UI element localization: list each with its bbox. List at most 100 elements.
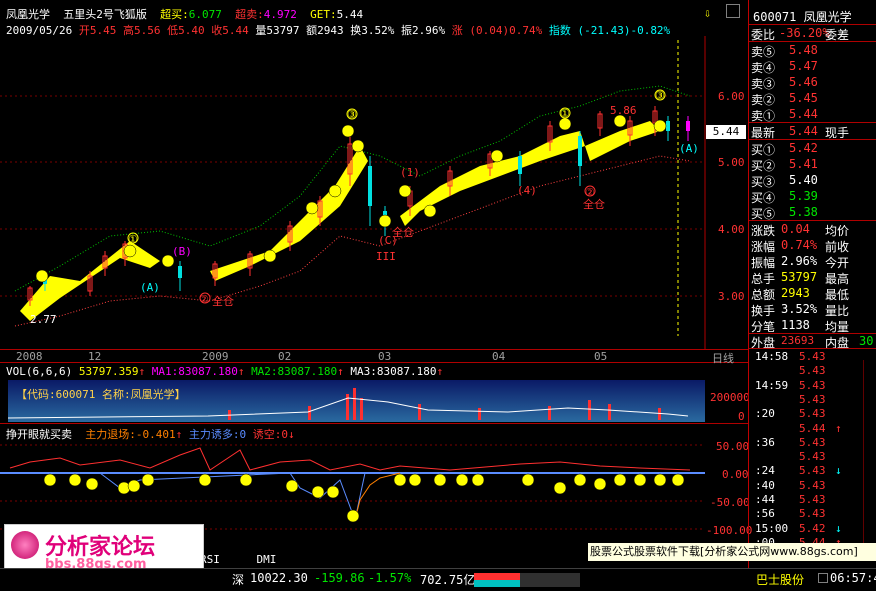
tick-arrow: ↑ <box>835 421 842 435</box>
tick-time: :20 <box>755 407 775 421</box>
tick-row: 5.44 ↑ <box>751 422 875 437</box>
outer-inner-row: 外盘 23693 内盘 30 <box>751 334 875 350</box>
vol-ma1: MA1:83087.180 <box>151 365 238 378</box>
price-axis-label: 5.00 <box>718 156 745 169</box>
last-row: 最新 5.44 现手 <box>751 124 875 140</box>
stat-row: 总额 2943 最低 <box>751 286 850 302</box>
indicator-tabs: RSI DMI <box>200 553 276 567</box>
vol-label: VOL(6,6,6) <box>6 365 73 378</box>
vol-value: 53797.359 <box>78 365 139 378</box>
watermark-banner: 股票公式股票软件下载[分析家公式网www.88gs.com] <box>588 543 876 561</box>
tick-row: :36 5.43 <box>751 436 875 451</box>
market-turnover: 702.75亿 <box>420 573 476 587</box>
ind-axis-label: 0.00 <box>722 468 749 481</box>
low-price-label: 2.77 <box>30 313 57 326</box>
super-buy-label: 超买: <box>160 8 189 21</box>
stat-row: 涨幅 0.74% 前收 <box>751 238 850 254</box>
tick-time: 14:58 <box>755 350 789 363</box>
time-label: 04 <box>492 350 506 363</box>
wave-label: ③ <box>347 108 357 121</box>
tick-price: 5.43 <box>799 464 826 478</box>
tick-row: 14:58 5.43 <box>751 350 875 365</box>
high-price-label: 5.86 <box>610 104 637 117</box>
vol-ma2: MA2:83087.180 <box>251 365 338 378</box>
ask-row: 卖③ 5.46 <box>751 75 818 91</box>
time-label: 2009 <box>202 350 229 363</box>
price-axis-label: 3.00 <box>718 290 745 303</box>
tick-price: 5.43 <box>799 392 826 406</box>
time-label: 12 <box>88 350 102 363</box>
sell-label: 全仓 <box>392 226 414 239</box>
tick-price: 5.43 <box>799 478 826 492</box>
time-axis: 2008 12 2009 02 03 04 05 日线 <box>0 349 748 365</box>
index-value: 10022.30 <box>250 571 308 585</box>
tick-price: 5.43 <box>799 435 826 449</box>
tick-time: :56 <box>755 507 775 521</box>
indicator-divider <box>0 423 748 424</box>
tick-row: :44 5.43 <box>751 493 875 508</box>
stat-row: 分笔 1138 均量 <box>751 318 850 334</box>
volume-chart: 【代码:600071 名称:凤凰光学】 <box>8 380 705 422</box>
tick-row: :40 5.43 <box>751 479 875 494</box>
time-label: 日线 <box>712 352 734 365</box>
current-price-tag: 5.44 <box>706 125 746 139</box>
tab-dmi[interactable]: DMI <box>257 553 277 566</box>
quote-code: 600071 <box>753 10 797 24</box>
tick-time: :24 <box>755 464 775 478</box>
updown-bar-gray <box>520 573 580 587</box>
market-label: 深 <box>232 573 245 587</box>
tick-scrollbar[interactable] <box>863 360 875 550</box>
quote-name: 凤凰光学 <box>803 10 852 24</box>
bid-row: 买③ 5.40 <box>751 173 818 189</box>
weibi-value: -36.20% <box>779 26 830 40</box>
tick-price: 5.44 <box>799 421 826 435</box>
tick-price: 5.42 <box>799 521 826 535</box>
download-icon[interactable]: ⇩ <box>704 6 711 20</box>
wave-label: ② <box>199 293 209 306</box>
ask-row: 卖① 5.44 <box>751 107 818 123</box>
time-label: 2008 <box>16 350 43 363</box>
tick-time: 14:59 <box>755 378 789 392</box>
tick-price: 5.43 <box>799 378 826 392</box>
stat-row: 振幅 2.96% 今开 <box>751 254 850 270</box>
tick-row: 15:00 5.42 ↓ <box>751 522 875 537</box>
tick-time: 15:00 <box>755 521 789 535</box>
updown-bar-red <box>474 573 520 580</box>
tick-row: 14:59 5.43 <box>751 379 875 394</box>
outer-value: 23693 <box>781 334 815 347</box>
time-label: 02 <box>278 350 292 363</box>
stat-row: 换手 3.52% 量比 <box>751 302 850 318</box>
ind-axis-label: 50.00 <box>716 440 750 453</box>
index-change: -159.86 <box>314 571 365 585</box>
last-value: 5.44 <box>789 124 818 138</box>
tick-price: 5.43 <box>799 350 826 363</box>
bid-row: 买① 5.42 <box>751 141 818 157</box>
stock-name: 凤凰光学 <box>6 8 50 21</box>
tick-list[interactable]: 14:58 5.43 5.43 14:59 5.43 5.43:20 5.43 5.44 ↑:3… <box>749 350 876 550</box>
tick-price: 5.43 <box>799 450 826 464</box>
tick-price: 5.43 <box>799 493 826 506</box>
tick-price: 5.43 <box>799 407 826 421</box>
wave-label: ① <box>128 233 138 246</box>
wave-label: (A) <box>679 142 699 155</box>
bid-row: 买⑤ 5.38 <box>751 205 818 221</box>
ask-row: 卖② 5.45 <box>751 91 818 107</box>
tick-row: :24 5.43 ↓ <box>751 464 875 479</box>
time-label: 03 <box>378 350 392 363</box>
wave-label: (A) <box>140 281 160 294</box>
flower-icon <box>11 531 39 559</box>
price-chart-svg <box>0 36 706 350</box>
wave-label: (B) <box>172 245 192 258</box>
tick-time: :40 <box>755 478 775 492</box>
time-label: 05 <box>594 350 608 363</box>
bid-row: 买② 5.41 <box>751 157 818 173</box>
wave-label: ③ <box>655 89 665 102</box>
super-sell-label: 超卖: <box>235 8 264 21</box>
price-axis-label: 6.00 <box>718 90 745 103</box>
main-chart-area[interactable]: 凤凰光学 五里头2号飞狐版 超买:6.077 超卖:4.972 GET:5.44… <box>0 0 752 591</box>
ask-row: 卖⑤ 5.48 <box>751 43 818 59</box>
chart-header: 凤凰光学 五里头2号飞狐版 超买:6.077 超卖:4.972 GET:5.44 <box>6 6 363 22</box>
super-sell-value: 4.972 <box>263 8 297 21</box>
clock: 06:57:4 <box>830 571 876 585</box>
expand-icon[interactable] <box>726 4 740 18</box>
